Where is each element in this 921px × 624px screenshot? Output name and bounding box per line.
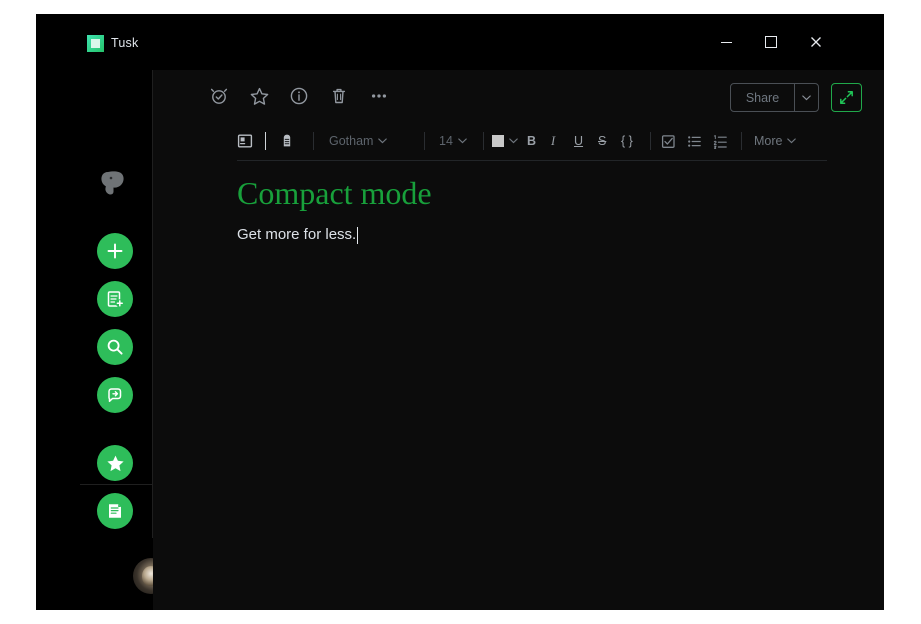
format-separator — [424, 132, 425, 150]
bold-button[interactable]: B — [527, 126, 536, 156]
format-separator — [650, 132, 651, 150]
star-filled-icon — [106, 455, 124, 471]
info-button[interactable] — [283, 80, 315, 112]
numbered-list-button[interactable] — [713, 126, 728, 156]
chevron-down-icon — [378, 136, 388, 146]
note-panel-icon — [237, 134, 253, 148]
tag-icon — [283, 134, 291, 147]
format-separator — [313, 132, 314, 150]
code-button[interactable]: { } — [621, 126, 633, 156]
minimize-button[interactable] — [703, 26, 749, 58]
document-lines-icon — [109, 504, 121, 518]
bullet-list-button[interactable] — [687, 126, 702, 156]
format-bar-divider — [237, 160, 827, 161]
text-color-select[interactable] — [492, 126, 518, 156]
font-size-select[interactable]: 14 — [439, 126, 467, 156]
numbered-list-icon — [713, 134, 727, 149]
font-size-value: 14 — [439, 134, 453, 148]
app-window: Tusk Share Gotham 14 B I U S {} More Co… — [36, 14, 884, 610]
close-button[interactable] — [793, 26, 839, 58]
sidebar-item-new-note[interactable] — [97, 233, 133, 269]
note-panel-button[interactable] — [237, 126, 253, 156]
plus-icon — [107, 243, 123, 259]
note-title[interactable]: Compact mode — [237, 174, 797, 212]
info-circle-icon — [290, 87, 308, 105]
format-separator — [265, 132, 266, 150]
checkbox-list-icon — [661, 134, 675, 148]
favorite-button[interactable] — [243, 80, 275, 112]
magnifier-icon — [107, 339, 123, 355]
note-plus-icon — [107, 291, 124, 308]
chevron-down-icon — [802, 94, 811, 100]
share-control-group: Share — [730, 83, 819, 112]
evernote-elephant-logo — [98, 166, 132, 200]
more-actions-button[interactable] — [363, 80, 395, 112]
trash-icon — [332, 88, 346, 104]
color-swatch — [492, 135, 504, 147]
chevron-down-icon — [509, 136, 518, 146]
format-bar: Gotham 14 B I U S {} More — [153, 122, 884, 160]
chevron-down-icon — [787, 136, 797, 146]
editor-pane: Share Gotham 14 B I U S {} More Compact… — [153, 70, 884, 610]
sidebar-item-shortcuts[interactable] — [97, 445, 133, 481]
ellipsis-icon — [371, 94, 387, 98]
more-format-button[interactable]: More — [754, 126, 797, 156]
delete-button[interactable] — [323, 80, 355, 112]
share-dropdown-button[interactable] — [794, 84, 818, 111]
italic-button[interactable]: I — [551, 126, 555, 156]
underline-button[interactable]: U — [574, 126, 583, 156]
sidebar — [36, 70, 169, 610]
sync-arrow-icon — [108, 388, 122, 403]
note-body[interactable]: Get more for less. — [237, 224, 797, 246]
note-toolbar: Share — [153, 70, 884, 122]
sidebar-item-notes[interactable] — [97, 493, 133, 529]
tusk-app-icon — [87, 35, 104, 52]
reminder-button[interactable] — [203, 80, 235, 112]
strikethrough-button[interactable]: S — [598, 126, 606, 156]
minimize-icon — [720, 41, 732, 43]
alarm-clock-check-icon — [210, 88, 228, 104]
sidebar-item-sync[interactable] — [97, 377, 133, 413]
tusk-app-icon-inner — [91, 39, 100, 48]
maximize-icon — [765, 36, 777, 48]
expand-button[interactable] — [831, 83, 862, 112]
app-title: Tusk — [111, 36, 139, 50]
checkbox-list-button[interactable] — [661, 126, 676, 156]
sidebar-divider-horizontal — [80, 484, 152, 485]
share-button[interactable]: Share — [731, 84, 794, 111]
maximize-button[interactable] — [748, 26, 794, 58]
text-cursor — [357, 226, 359, 244]
format-separator — [483, 132, 484, 150]
expand-diagonal-icon — [840, 91, 853, 104]
title-bar: Tusk — [36, 14, 884, 70]
note-body-text: Get more for less. — [237, 226, 357, 243]
sidebar-item-search[interactable] — [97, 329, 133, 365]
chevron-down-icon — [458, 136, 467, 146]
format-separator — [741, 132, 742, 150]
font-family-select[interactable]: Gotham — [329, 126, 388, 156]
close-icon — [811, 37, 821, 47]
font-family-value: Gotham — [329, 134, 374, 148]
star-outline-icon — [250, 87, 268, 105]
tag-button[interactable] — [279, 126, 295, 156]
more-format-label: More — [754, 134, 783, 148]
bullet-list-icon — [688, 135, 701, 147]
sidebar-item-new-notebook[interactable] — [97, 281, 133, 317]
